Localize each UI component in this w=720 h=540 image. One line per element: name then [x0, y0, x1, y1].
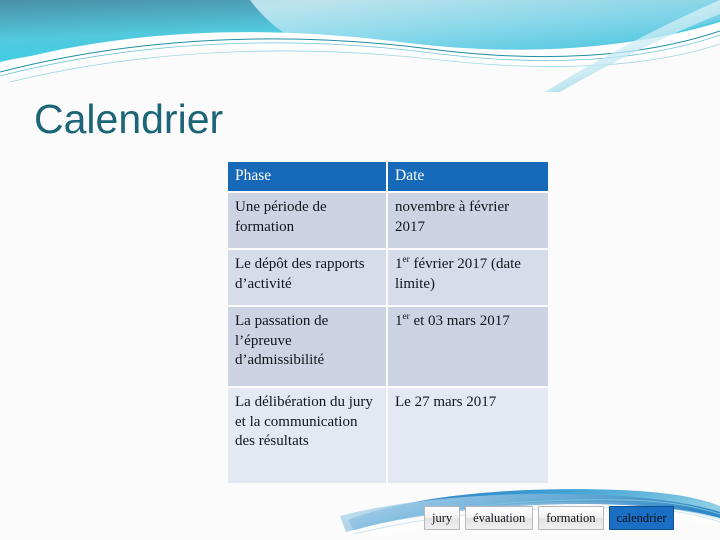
- column-header-date: Date: [388, 162, 548, 193]
- table-row: La délibération du jury et la communicat…: [228, 388, 548, 485]
- cell-date-ordinal: er: [402, 312, 410, 322]
- tag-formation[interactable]: formation: [538, 506, 604, 530]
- slide-canvas: Calendrier Phase Date Une période de for…: [0, 0, 720, 540]
- column-header-phase: Phase: [228, 162, 388, 193]
- top-wave-decoration: [0, 0, 720, 92]
- page-title: Calendrier: [34, 96, 224, 142]
- cell-date: 1er février 2017 (date limite): [388, 250, 548, 307]
- top-wave-svg: [0, 0, 720, 92]
- cell-phase: Une période de formation: [228, 193, 388, 250]
- cell-date-prefix: 1: [395, 313, 403, 329]
- cell-date-suffix: février 2017 (date limite): [395, 256, 521, 292]
- cell-date-prefix: 1: [395, 256, 403, 272]
- table-header-row: Phase Date: [228, 162, 548, 193]
- tag-evaluation[interactable]: évaluation: [465, 506, 534, 530]
- cell-date-suffix: et 03 mars 2017: [409, 313, 510, 329]
- cell-date-suffix: Le 27 mars 2017: [395, 394, 497, 410]
- cell-phase: La délibération du jury et la communicat…: [228, 388, 388, 485]
- cell-phase: La passation de l’épreuve d’admissibilit…: [228, 307, 388, 388]
- cell-date: Le 27 mars 2017: [388, 388, 548, 485]
- cell-date-ordinal: er: [402, 255, 410, 265]
- tag-calendrier[interactable]: calendrier: [608, 506, 675, 530]
- table-row: La passation de l’épreuve d’admissibilit…: [228, 307, 548, 388]
- cell-date: novembre à février 2017: [388, 193, 548, 250]
- cell-phase: Le dépôt des rapports d’activité: [228, 250, 388, 307]
- tag-jury[interactable]: jury: [424, 506, 461, 530]
- table-row: Une période de formation novembre à févr…: [228, 193, 548, 250]
- table-row: Le dépôt des rapports d’activité 1er fév…: [228, 250, 548, 307]
- calendar-table: Phase Date Une période de formation nove…: [228, 162, 548, 485]
- tag-bar: jury évaluation formation calendrier: [424, 506, 675, 530]
- cell-date-suffix: novembre à février 2017: [395, 199, 510, 235]
- cell-date: 1er et 03 mars 2017: [388, 307, 548, 388]
